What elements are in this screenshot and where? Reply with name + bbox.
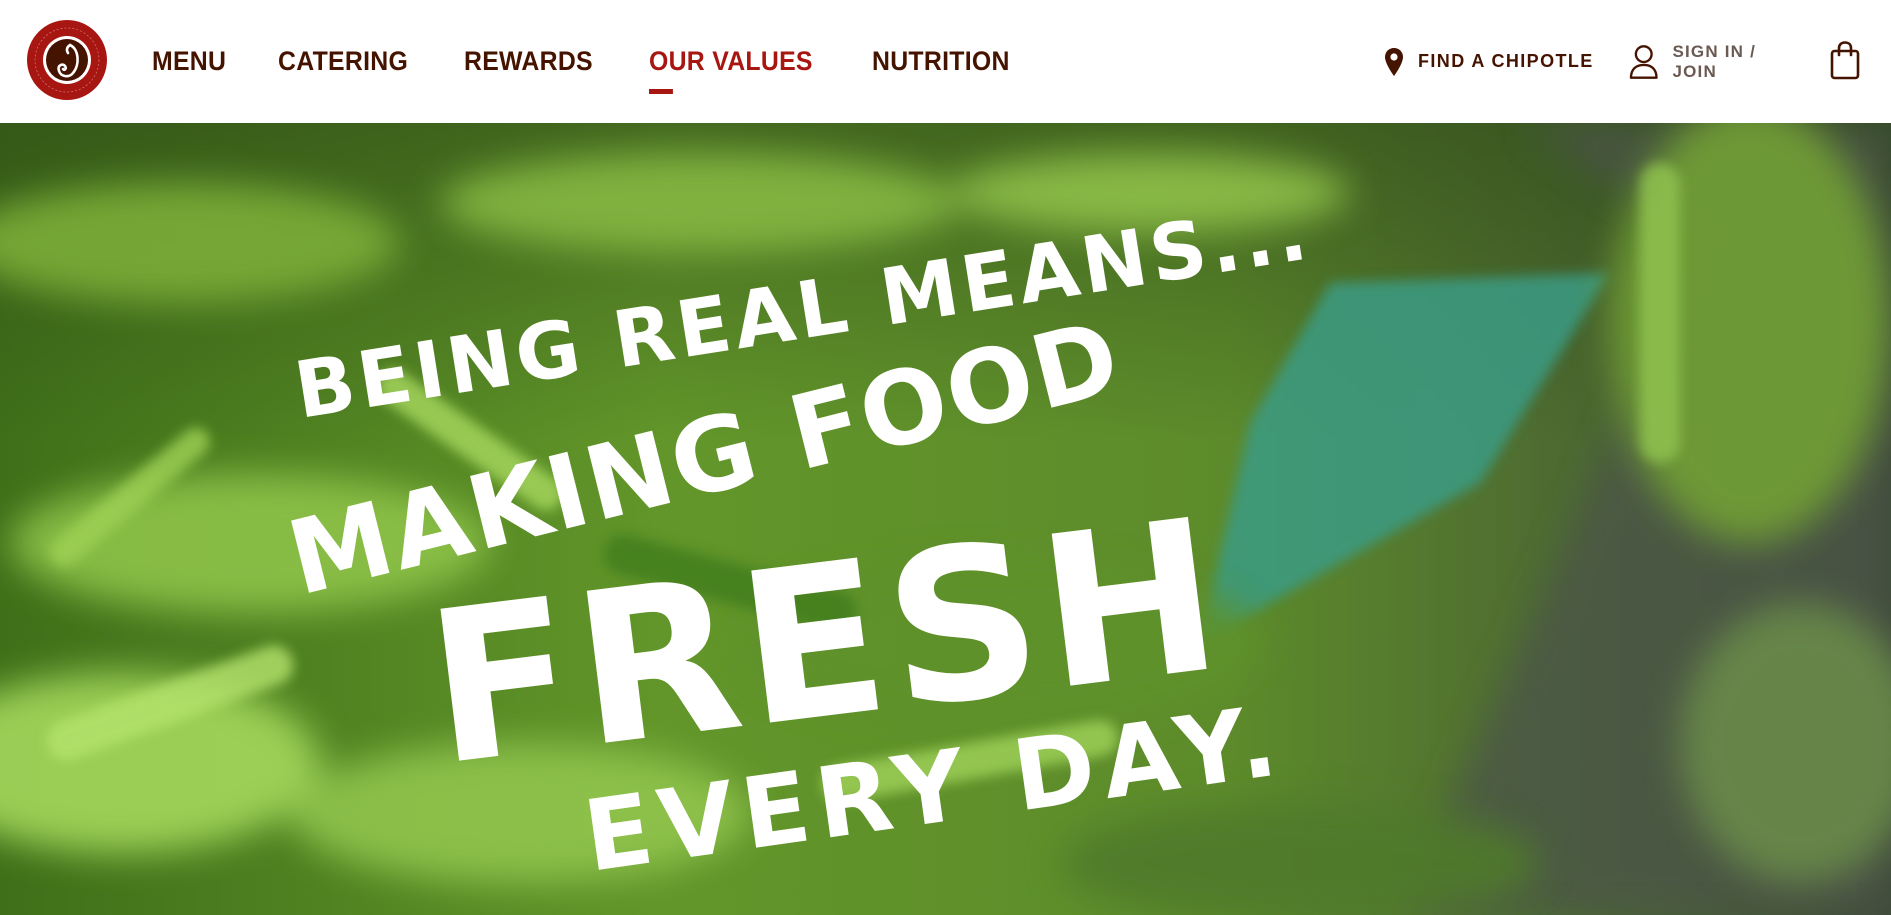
sign-in-join-link[interactable]: SIGN IN / JOIN [1629, 0, 1804, 123]
user-icon [1629, 44, 1658, 79]
hero-banner[interactable]: BEING REAL MEANS... MAKING FOOD FRESH EV… [0, 123, 1891, 915]
chipotle-logo[interactable] [26, 19, 108, 101]
location-pin-icon [1385, 47, 1403, 76]
find-a-chipotle-label: FIND A CHIPOTLE [1418, 51, 1594, 71]
nav-catering[interactable]: CATERING [278, 0, 408, 123]
nav-nutrition[interactable]: NUTRITION [872, 0, 1010, 123]
shopping-bag-icon[interactable] [1829, 40, 1861, 80]
hero-background-image [0, 123, 1891, 915]
nav-our-values-label: OUR VALUES [649, 46, 813, 76]
sign-in-join-label: SIGN IN / JOIN [1672, 41, 1757, 81]
nav-rewards[interactable]: REWARDS [464, 0, 593, 123]
site-header: MENU CATERING REWARDS OUR VALUES NUTRITI… [0, 0, 1891, 123]
nav-our-values[interactable]: OUR VALUES [649, 0, 813, 123]
active-tab-indicator [649, 89, 674, 94]
nav-menu[interactable]: MENU [152, 0, 226, 123]
find-a-chipotle-link[interactable]: FIND A CHIPOTLE [1384, 0, 1619, 123]
main-nav: MENU CATERING REWARDS OUR VALUES NUTRITI… [152, 0, 1067, 123]
